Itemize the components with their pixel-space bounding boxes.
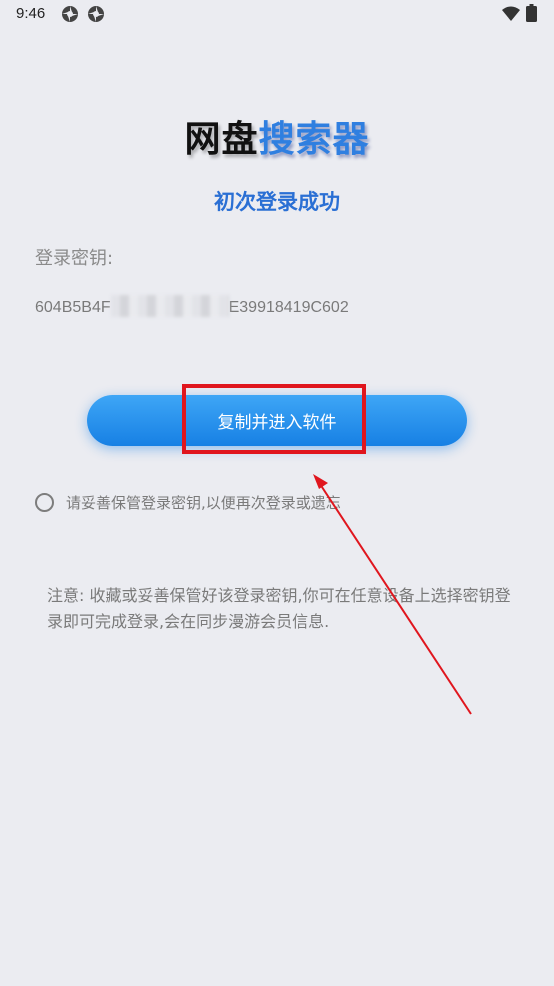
annotation-arrow <box>313 474 472 715</box>
